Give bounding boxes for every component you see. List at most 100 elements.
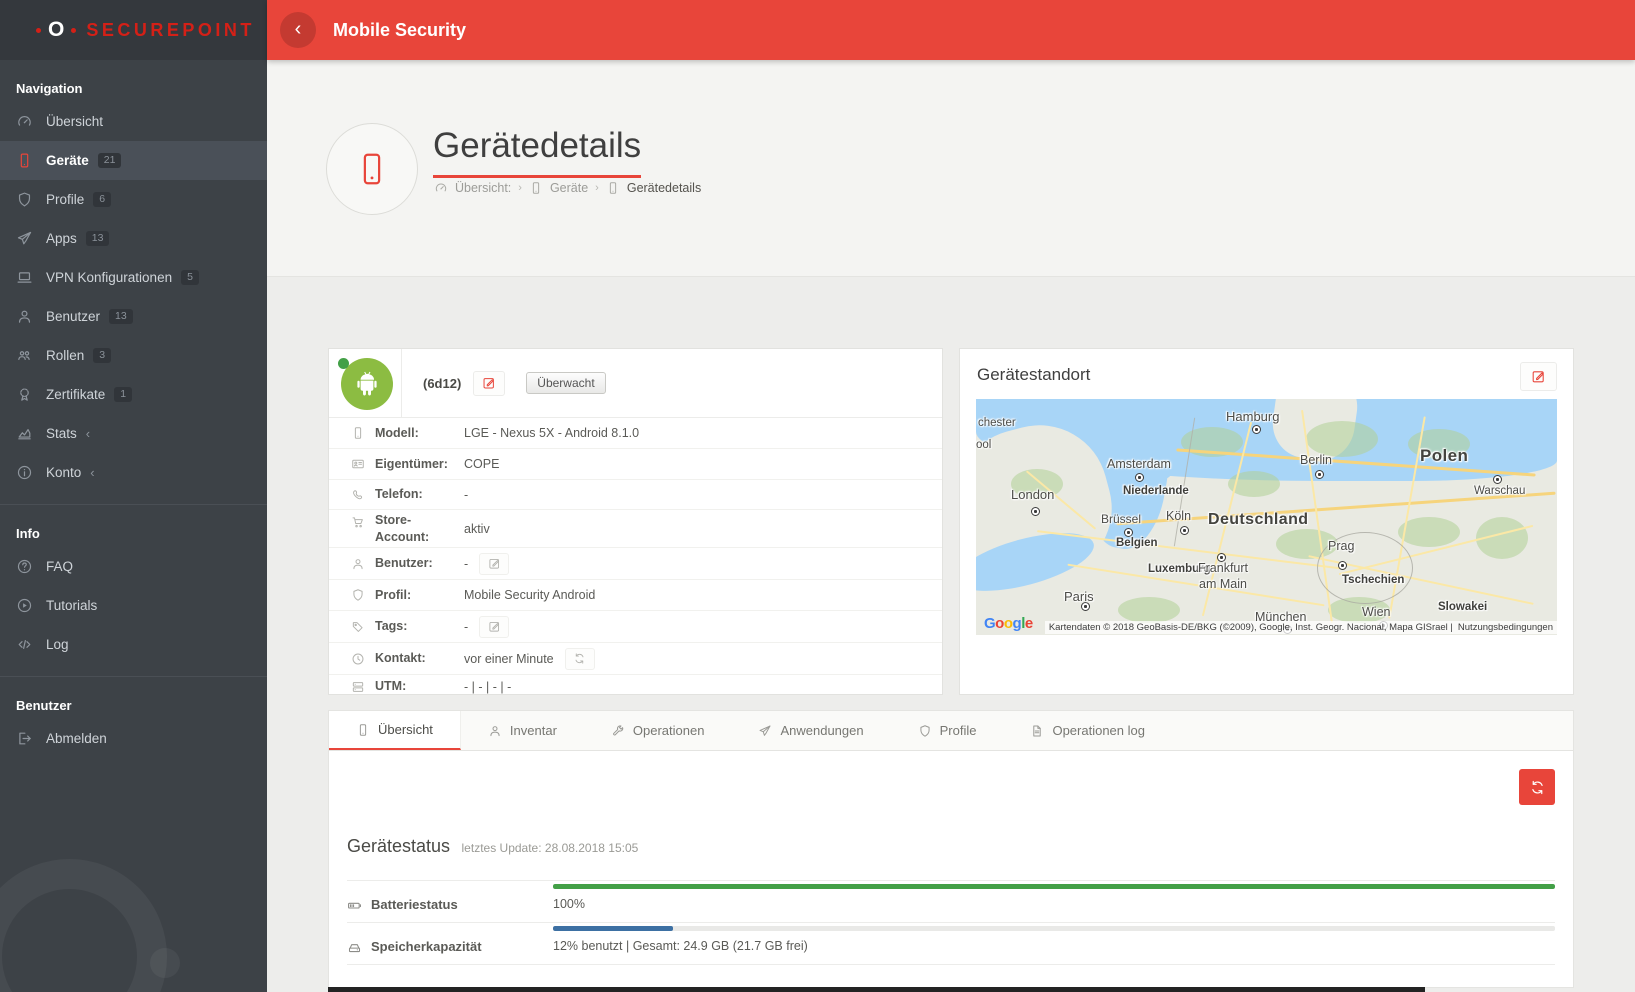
map-marker [1252,425,1261,434]
breadcrumb-separator: › [518,182,522,194]
android-icon [351,368,383,400]
device-row-profil: Profil: Mobile Security Android [329,580,942,611]
sidebar-section-info: Info [0,505,267,547]
paper-plane-icon [758,724,772,738]
google-logo[interactable]: Google [984,615,1033,632]
clock-icon [351,652,365,666]
bottom-dark-strip [328,987,1425,992]
map-label: London [1011,487,1054,502]
edit-tags-button[interactable] [479,616,509,638]
user-icon [351,557,365,571]
tab-operationen-log[interactable]: Operationen log [1003,711,1172,750]
back-button[interactable]: ‹ [280,12,316,48]
device-row-store-account: Store-Account: aktiv [329,510,942,548]
map-label: Köln [1166,509,1191,523]
map-label: chester [978,417,1016,429]
chevron-left-icon: ‹ [90,465,94,480]
refresh-icon [1529,779,1546,796]
tab-profile[interactable]: Profile [891,711,1004,750]
tag-icon [351,620,365,634]
tab-inventar[interactable]: Inventar [461,711,584,750]
logo-o: O [48,18,64,42]
sidebar-item-uebersicht[interactable]: Übersicht [0,102,267,141]
device-row-eigentuemer: Eigentümer: COPE [329,449,942,480]
breadcrumb-geraete[interactable]: Geräte [550,181,588,195]
phone-icon [606,181,620,195]
refresh-icon [573,652,586,665]
shield-icon [16,191,33,208]
map-label: Deutschland [1208,511,1308,529]
terms-link[interactable]: Nutzungsbedingungen [1458,622,1553,633]
device-status-heading: Gerätestatus letztes Update: 28.08.2018 … [347,836,638,857]
map-label: ool [976,439,991,451]
android-avatar [341,358,393,410]
shield-icon [351,588,365,602]
tab-uebersicht[interactable]: Übersicht [329,711,461,750]
device-avatar-cell [329,349,402,417]
pencil-square-icon [482,376,496,390]
refresh-kontakt-button[interactable] [565,648,595,670]
logo-dot [71,28,76,33]
user-icon [16,308,33,325]
device-info-card: (6d12) Überwacht Modell: LGE - Nexus 5X … [328,348,943,695]
paper-plane-icon [16,230,33,247]
map-label: Warschau [1474,485,1525,497]
map-label: Niederlande [1123,485,1189,497]
sidebar-item-log[interactable]: Log [0,625,267,664]
device-row-benutzer: Benutzer: - [329,548,942,580]
sidebar-item-profile[interactable]: Profile 6 [0,180,267,219]
map-label: Berlin [1300,453,1332,467]
sidebar-section-benutzer: Benutzer [0,677,267,719]
info-icon [16,464,33,481]
certificate-icon [16,386,33,403]
device-location-card: Gerätestandort [959,348,1574,695]
play-circle-icon [16,597,33,614]
phone-icon [351,426,365,440]
status-title: Gerätestatus [347,836,450,856]
count-badge: 21 [98,153,122,168]
sidebar-item-tutorials[interactable]: Tutorials [0,586,267,625]
battery-progress-fill [553,884,1555,889]
storage-drive-icon [347,940,362,955]
sidebar-item-zertifikate[interactable]: Zertifikate 1 [0,375,267,414]
sidebar-item-konto[interactable]: Konto ‹ [0,453,267,492]
sidebar-item-geraete[interactable]: Geräte 21 [0,141,267,180]
sidebar-item-apps[interactable]: Apps 13 [0,219,267,258]
map-label: Hamburg [1226,409,1279,424]
sidebar-item-stats[interactable]: Stats ‹ [0,414,267,453]
phone-icon [529,181,543,195]
sidebar-item-rollen[interactable]: Rollen 3 [0,336,267,375]
device-id: (6d12) [423,376,461,391]
tab-operationen[interactable]: Operationen [584,711,732,750]
sidebar-item-vpn[interactable]: VPN Konfigurationen 5 [0,258,267,297]
breadcrumb-separator: › [595,182,599,194]
google-map[interactable]: chester ool Hamburg Amsterdam Niederland… [976,399,1557,635]
map-marker [1338,561,1347,570]
map-label: Brüssel [1101,512,1141,526]
page-header: Gerätedetails Übersicht: › Geräte › Gerä… [267,60,1635,277]
device-row-telefon: Telefon: - [329,480,942,510]
sidebar-item-abmelden[interactable]: Abmelden [0,719,267,758]
device-row-kontakt: Kontakt: vor einer Minute [329,643,942,675]
tab-anwendungen[interactable]: Anwendungen [731,711,890,750]
logo-dot [36,28,41,33]
status-table: Batteriestatus 100% Speicherkapazität [347,880,1555,965]
chevron-left-icon: ‹ [86,426,90,441]
sidebar-item-benutzer[interactable]: Benutzer 13 [0,297,267,336]
refresh-status-button[interactable] [1519,769,1555,805]
sidebar-item-faq[interactable]: FAQ [0,547,267,586]
map-label: Amsterdam [1107,457,1171,471]
app-window: O SECUREPOINT Navigation Übersicht Gerät… [0,0,1635,992]
breadcrumb-uebersicht[interactable]: Übersicht: [455,181,511,195]
tab-content-panel: Gerätestatus letztes Update: 28.08.2018 … [328,751,1574,988]
edit-device-name-button[interactable] [473,371,505,396]
battery-progress-track [553,884,1555,889]
battery-status-row: Batteriestatus 100% [347,880,1555,922]
count-badge: 5 [181,270,199,285]
edit-location-button[interactable] [1520,362,1557,391]
edit-benutzer-button[interactable] [479,553,509,575]
map-marker [1124,528,1133,537]
document-icon [1030,724,1044,738]
detail-tabs: Übersicht Inventar Operationen Anwendung… [328,710,1574,751]
count-badge: 6 [93,192,111,207]
